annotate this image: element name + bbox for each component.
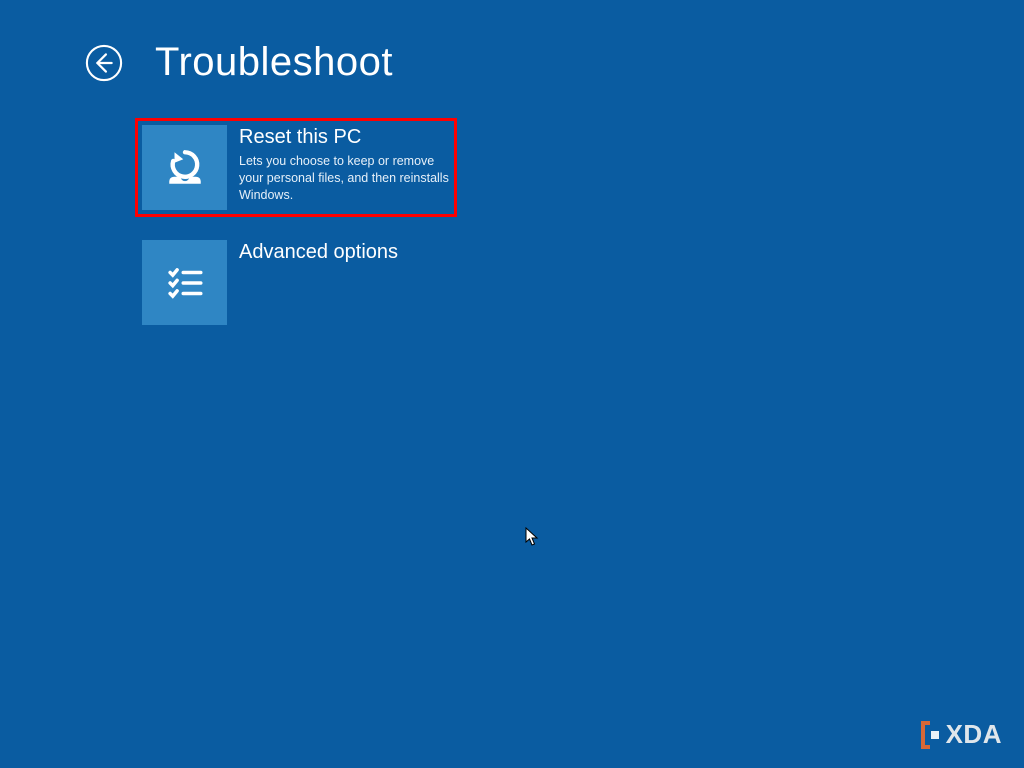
tile-reset-this-pc[interactable]: Reset this PC Lets you choose to keep or… — [135, 118, 457, 217]
tile-title: Advanced options — [239, 240, 450, 264]
tile-description: Lets you choose to keep or remove your p… — [239, 153, 449, 204]
tile-title: Reset this PC — [239, 125, 450, 149]
tile-text: Advanced options — [239, 240, 450, 264]
tile-advanced-options[interactable]: Advanced options — [135, 233, 457, 332]
back-button[interactable] — [85, 44, 123, 82]
cursor-icon — [525, 527, 539, 547]
xda-bracket-icon — [920, 720, 942, 750]
tile-text: Reset this PC Lets you choose to keep or… — [239, 125, 450, 204]
tile-list: Reset this PC Lets you choose to keep or… — [135, 118, 457, 332]
back-arrow-icon — [85, 44, 123, 82]
advanced-options-icon — [142, 240, 227, 325]
header: Troubleshoot — [85, 40, 393, 85]
reset-icon — [142, 125, 227, 210]
page-title: Troubleshoot — [155, 40, 393, 85]
watermark: XDA — [920, 719, 1002, 750]
watermark-text: XDA — [946, 719, 1002, 750]
